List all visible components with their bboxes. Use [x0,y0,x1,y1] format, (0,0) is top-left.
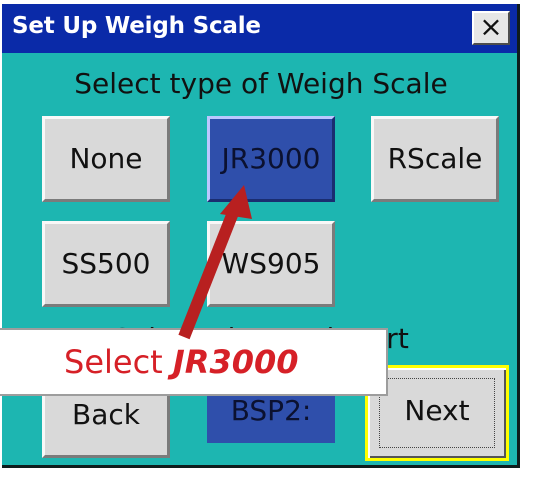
next-button-label: Next [404,394,470,427]
scale-rscale-label: RScale [387,142,483,175]
scale-none-label: None [69,142,143,175]
scale-ss500-button[interactable]: SS500 [42,221,170,307]
scale-jr3000-button[interactable]: JR3000 [207,116,335,202]
back-button-label: Back [72,398,140,431]
scale-rscale-button[interactable]: RScale [371,116,499,202]
weigh-scale-type-heading: Select type of Weigh Scale [74,67,448,100]
close-button[interactable]: × [472,11,510,45]
scale-ss500-label: SS500 [61,247,151,280]
scale-none-button[interactable]: None [42,116,170,202]
callout-emphasis: JR3000 [172,343,299,381]
title-bar: Set Up Weigh Scale × [2,4,517,53]
scale-jr3000-label: JR3000 [221,142,321,175]
instruction-callout: Select JR3000 [0,328,388,396]
dialog-title: Set Up Weigh Scale [12,13,261,39]
scale-ws905-label: WS905 [221,247,321,280]
scale-ws905-button[interactable]: WS905 [207,221,335,307]
screenshot-frame: Set Up Weigh Scale × Select type of Weig… [0,0,534,489]
callout-prefix: Select [64,343,173,381]
set-up-weigh-scale-dialog: Set Up Weigh Scale × Select type of Weig… [2,4,520,468]
close-icon: × [479,10,503,43]
